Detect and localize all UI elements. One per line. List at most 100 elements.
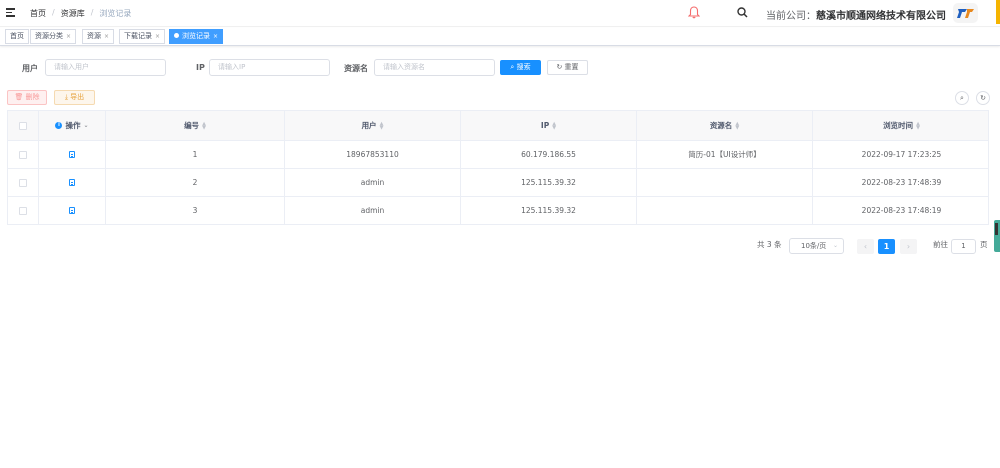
user-avatar[interactable] xyxy=(953,3,978,23)
sort-icon[interactable]: ▲ ▼ xyxy=(916,121,920,130)
row-id: 3 xyxy=(106,197,285,224)
active-dot-icon xyxy=(174,33,179,38)
info-icon: i xyxy=(55,122,63,129)
row-checkbox[interactable] xyxy=(19,150,27,159)
column-header-browse-time[interactable]: 浏览时间 ▲ ▼ xyxy=(813,111,990,140)
export-button[interactable]: ⤓ 导出 xyxy=(54,90,95,105)
company-name: 慈溪市顺通网络技术有限公司 xyxy=(816,11,946,22)
refresh-icon: ↻ xyxy=(980,94,986,102)
scroll-handle-grip xyxy=(995,223,998,235)
select-all-checkbox[interactable] xyxy=(19,121,27,130)
tag-label: 首页 xyxy=(10,32,24,40)
tag-resource[interactable]: 资源 × xyxy=(82,29,115,44)
row-resource xyxy=(637,197,813,224)
column-header-ip[interactable]: IP ▲ ▼ xyxy=(461,111,637,140)
row-browse-time: 2022-08-23 17:48:19 xyxy=(861,206,942,215)
refresh-icon: ↻ xyxy=(556,63,563,71)
row-select-cell xyxy=(8,197,39,224)
row-user: admin xyxy=(285,197,461,224)
page-size-value: 10条/页 xyxy=(801,242,827,250)
sort-icon[interactable]: ▲ ▼ xyxy=(380,121,384,130)
toggle-search-button[interactable]: ⌕ xyxy=(955,91,969,105)
resource-filter-input[interactable]: 请输入资源名 xyxy=(374,59,495,76)
row-checkbox[interactable] xyxy=(19,206,27,215)
column-header-label: 用户 xyxy=(361,121,377,130)
resource-filter-label: 资源名 xyxy=(344,64,368,73)
trash-icon: 🗑︎ xyxy=(14,93,24,101)
row-ip: 125.115.39.32 xyxy=(461,197,637,224)
prev-page-button[interactable]: ‹ xyxy=(857,239,874,254)
row-actions-cell xyxy=(39,169,106,196)
breadcrumb-item-current: 浏览记录 xyxy=(99,9,132,18)
delete-button-label: 删除 xyxy=(25,93,40,101)
view-detail-icon[interactable] xyxy=(69,207,75,214)
close-icon[interactable]: × xyxy=(155,33,160,40)
edge-decoration xyxy=(996,0,1000,24)
row-id: 1 xyxy=(106,141,285,168)
sort-icon[interactable]: ▲ ▼ xyxy=(735,121,739,130)
page-number-button[interactable]: 1 xyxy=(878,239,895,254)
reset-button-label: 重置 xyxy=(564,63,579,71)
tag-label: 浏览记录 xyxy=(182,32,210,40)
column-header-id[interactable]: 编号 ▲ ▼ xyxy=(106,111,285,140)
close-icon[interactable]: × xyxy=(66,33,71,40)
company-logo-icon xyxy=(957,9,974,18)
tag-label: 下载记录 xyxy=(124,32,152,40)
search-icon[interactable] xyxy=(737,7,748,18)
user-filter-label: 用户 xyxy=(22,64,38,73)
row-resource: 简历-01【UI设计师】 xyxy=(637,141,813,168)
row-user: 18967853110 xyxy=(285,141,461,168)
column-header-label: 操作 xyxy=(65,121,81,130)
close-icon[interactable]: × xyxy=(104,33,109,40)
breadcrumb: 首页 / 资源库 / 浏览记录 xyxy=(30,8,132,19)
tag-browse-records[interactable]: 浏览记录 × xyxy=(169,29,224,44)
tag-label: 资源 xyxy=(87,32,101,40)
top-navbar: 首页 / 资源库 / 浏览记录 当前公司：慈溪市顺通网络技术有限公司 xyxy=(0,0,1000,27)
goto-page-input[interactable]: 1 xyxy=(951,239,976,254)
page-size-select[interactable]: 10条/页 ⌄ xyxy=(789,238,844,254)
column-header-label: 编号 xyxy=(184,121,200,130)
column-header-actions[interactable]: i 操作 ⌄ xyxy=(39,111,106,140)
row-browse-time: 2022-08-23 17:48:39 xyxy=(861,178,942,187)
chevron-down-icon: ⌄ xyxy=(83,122,89,129)
row-select-cell xyxy=(8,141,39,168)
page-suffix: 页 xyxy=(980,240,988,249)
tag-home[interactable]: 首页 xyxy=(5,29,29,44)
table-row[interactable]: 2 admin 125.115.39.32 2022-08-23 17:48:3… xyxy=(8,169,988,197)
browse-records-table: i 操作 ⌄ 编号 ▲ ▼ 用户 ▲ ▼ IP ▲ ▼ 资源名 ▲ ▼ 浏览时间 ▲ ▼ 1 18967… xyxy=(7,110,989,225)
ip-filter-input[interactable]: 请输入IP xyxy=(209,59,330,76)
search-icon: ⌕ xyxy=(960,94,964,102)
view-detail-icon[interactable] xyxy=(69,151,75,158)
delete-button[interactable]: 🗑︎ 删除 xyxy=(7,90,47,105)
row-actions-cell xyxy=(39,197,106,224)
row-checkbox[interactable] xyxy=(19,178,27,187)
tag-download-records[interactable]: 下载记录 × xyxy=(119,29,166,44)
next-page-button[interactable]: › xyxy=(900,239,917,254)
column-header-label: 浏览时间 xyxy=(883,121,914,130)
sort-icon[interactable]: ▲ ▼ xyxy=(202,121,206,130)
table-row[interactable]: 1 18967853110 60.179.186.55 简历-01【UI设计师】… xyxy=(8,141,988,169)
sort-icon[interactable]: ▲ ▼ xyxy=(552,121,556,130)
search-icon: ⌕ xyxy=(510,63,515,71)
refresh-table-button[interactable]: ↻ xyxy=(976,91,990,105)
table-row[interactable]: 3 admin 125.115.39.32 2022-08-23 17:48:1… xyxy=(8,197,988,225)
breadcrumb-item-library[interactable]: 资源库 xyxy=(61,8,85,19)
row-actions-cell xyxy=(39,141,106,168)
search-button[interactable]: ⌕ 搜索 xyxy=(500,60,541,75)
row-resource xyxy=(637,169,813,196)
bell-icon[interactable] xyxy=(688,6,700,19)
hamburger-menu-icon[interactable] xyxy=(6,8,15,17)
reset-button[interactable]: ↻ 重置 xyxy=(547,60,588,75)
close-icon[interactable]: × xyxy=(213,33,218,40)
breadcrumb-item-home[interactable]: 首页 xyxy=(30,8,46,19)
user-filter-input[interactable]: 请输入用户 xyxy=(45,59,166,76)
column-header-label: IP xyxy=(540,121,550,130)
column-header-user[interactable]: 用户 ▲ ▼ xyxy=(285,111,461,140)
export-button-label: 导出 xyxy=(70,93,85,101)
current-company: 当前公司：慈溪市顺通网络技术有限公司 xyxy=(766,7,946,22)
chevron-down-icon: ⌄ xyxy=(832,242,838,249)
ip-filter-label: IP xyxy=(196,63,205,72)
view-detail-icon[interactable] xyxy=(69,179,75,186)
tag-resource-category[interactable]: 资源分类 × xyxy=(30,29,77,44)
column-header-resource[interactable]: 资源名 ▲ ▼ xyxy=(637,111,813,140)
